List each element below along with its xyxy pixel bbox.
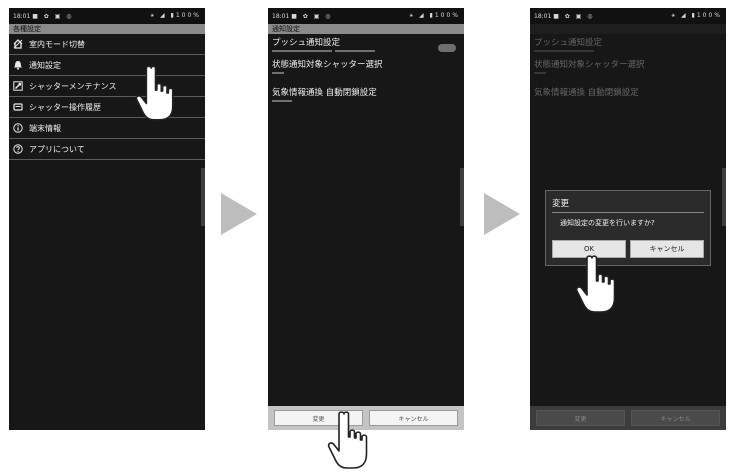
menu-item-indoor-mode[interactable]: 室内モード切替 [9,34,205,55]
setting-label: 状態通知対象シャッター選択 [534,60,645,70]
setting-label: プッシュ通知設定 [534,38,603,48]
status-bar: 18:01 ■ ✿ ▣ ◎ ⚹ ◢ ▮100% [268,8,464,24]
menu-item-label: アプリについて [29,144,85,154]
setting-status-target-shutter[interactable]: 状態通知対象シャッター選択 [530,56,726,78]
menu-item-about-app[interactable]: アプリについて [9,139,205,160]
push-toggle[interactable] [438,44,456,52]
section-header: 各種設定 [9,24,205,34]
setting-push-notification[interactable]: プッシュ通知設定 [530,34,726,56]
setting-weather-auto-close[interactable]: 気象情報通換 自動閉鎖設定 [530,84,726,101]
status-icons-right: ⚹ ◢ ▮100% [671,12,722,19]
status-icons-left: ■ ✿ ▣ ◎ [32,12,74,20]
scrollbar[interactable] [460,168,464,226]
step-arrow-icon [221,193,257,235]
setting-weather-auto-close[interactable]: 気象情報通換 自動閉鎖設定 [268,84,464,106]
setting-label: 状態通知対象シャッター選択 [272,60,383,70]
menu-item-label: 通知設定 [29,60,61,70]
question-icon [13,144,23,154]
confirm-dialog: 変更 通知設定の変更を行いますか? OK キャンセル [545,190,711,266]
setting-sub-text [272,72,460,76]
cancel-button[interactable]: キャンセル [369,410,458,426]
status-time: 18:01 [534,12,552,20]
status-icons-left: ■ ✿ ▣ ◎ [291,12,333,20]
status-icons-left: ■ ✿ ▣ ◎ [553,12,595,20]
setting-sub-text [272,50,460,54]
tap-hand-icon [327,411,368,469]
step-arrow-icon [484,193,520,235]
tap-hand-icon [135,65,174,121]
setting-sub-text [534,50,722,54]
phone-screen-confirm-dialog: 18:01 ■ ✿ ▣ ◎ ⚹ ◢ ▮100% プッシュ通知設定 状態通知対象シ… [530,8,726,430]
dialog-cancel-button[interactable]: キャンセル [630,240,704,258]
setting-label: 気象情報通換 自動閉鎖設定 [272,88,377,98]
status-bar: 18:01 ■ ✿ ▣ ◎ ⚹ ◢ ▮100% [530,8,726,24]
setting-push-notification[interactable]: プッシュ通知設定 [268,34,464,56]
setting-status-target-shutter[interactable]: 状態通知対象シャッター選択 [268,56,464,78]
setting-sub-text [534,72,722,76]
cancel-button[interactable]: キャンセル [631,410,720,426]
menu-item-label: シャッター操作履歴 [29,102,101,112]
menu-item-label: 室内モード切替 [29,39,85,49]
change-button[interactable]: 変更 [536,410,625,426]
scrollbar[interactable] [201,168,205,226]
status-time: 18:01 [272,12,290,20]
phone-screen-notification-settings: 18:01 ■ ✿ ▣ ◎ ⚹ ◢ ▮100% 通知設定 プッシュ通知設定 状態… [268,8,464,430]
menu-item-label: 端末情報 [29,123,61,133]
wrench-icon [13,81,23,91]
tap-hand-icon [575,255,616,313]
scrollbar[interactable] [722,168,726,226]
section-header [530,24,726,34]
dialog-title: 変更 [552,199,570,209]
dialog-message: 通知設定の変更を行いますか? [560,219,655,227]
bottom-action-bar: 変更 キャンセル [530,406,726,430]
bell-icon [13,60,23,70]
setting-sub-text [272,100,460,104]
setting-label: 気象情報通換 自動閉鎖設定 [534,88,639,98]
status-bar: 18:01 ■ ✿ ▣ ◎ ⚹ ◢ ▮100% [9,8,205,24]
section-header: 通知設定 [268,24,464,34]
status-time: 18:01 [13,12,31,20]
setting-label: プッシュ通知設定 [272,38,341,48]
house-mode-icon [13,39,23,49]
history-icon [13,102,23,112]
status-icons-right: ⚹ ◢ ▮100% [409,12,460,19]
status-icons-right: ⚹ ◢ ▮100% [150,12,201,19]
menu-item-label: シャッターメンテナンス [29,81,117,91]
info-icon [13,123,23,133]
